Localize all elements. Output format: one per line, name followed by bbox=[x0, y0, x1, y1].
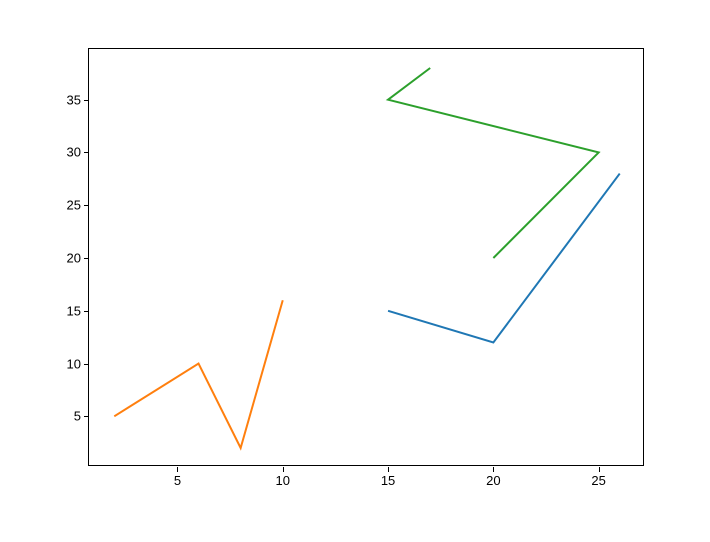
ytick-mark bbox=[84, 364, 89, 365]
ytick-label: 30 bbox=[67, 145, 81, 160]
line-plot-svg bbox=[89, 49, 645, 467]
xtick-label: 15 bbox=[381, 473, 395, 488]
ytick-mark bbox=[84, 205, 89, 206]
xtick-label: 10 bbox=[276, 473, 290, 488]
ytick-mark bbox=[84, 416, 89, 417]
xtick-label: 5 bbox=[174, 473, 181, 488]
ytick-label: 5 bbox=[74, 409, 81, 424]
ytick-label: 15 bbox=[67, 303, 81, 318]
ytick-mark bbox=[84, 311, 89, 312]
xtick-mark bbox=[388, 467, 389, 472]
line-series-blue bbox=[388, 174, 620, 343]
chart: 5101520255101520253035 bbox=[88, 48, 644, 466]
ytick-label: 35 bbox=[67, 92, 81, 107]
ytick-label: 20 bbox=[67, 251, 81, 266]
plot-area: 5101520255101520253035 bbox=[88, 48, 644, 466]
xtick-mark bbox=[493, 467, 494, 472]
line-series-orange bbox=[114, 300, 282, 448]
ytick-mark bbox=[84, 258, 89, 259]
xtick-mark bbox=[283, 467, 284, 472]
line-series-green bbox=[388, 68, 599, 258]
xtick-label: 20 bbox=[486, 473, 500, 488]
ytick-mark bbox=[84, 100, 89, 101]
xtick-label: 25 bbox=[591, 473, 605, 488]
xtick-mark bbox=[177, 467, 178, 472]
xtick-mark bbox=[599, 467, 600, 472]
ytick-label: 25 bbox=[67, 198, 81, 213]
ytick-mark bbox=[84, 152, 89, 153]
ytick-label: 10 bbox=[67, 356, 81, 371]
